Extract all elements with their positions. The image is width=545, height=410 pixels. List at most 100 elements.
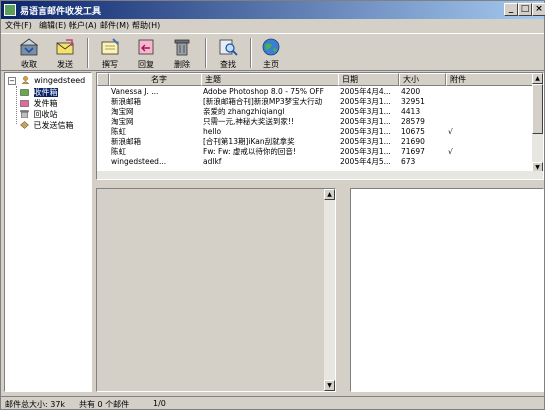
tree-item-recycle[interactable]: 回收站 [20, 109, 58, 120]
tree-account[interactable]: − wingedsteed [8, 75, 85, 86]
scroll-up-button[interactable]: ▲ [532, 73, 543, 84]
table-cell-date[interactable]: 2005年3月1... [340, 107, 398, 117]
table-cell-size[interactable]: 10675 [401, 127, 445, 137]
table-cell-date[interactable]: 2005年3月1... [340, 127, 398, 137]
compose-label: 撰写 [102, 60, 118, 69]
column-header-date[interactable]: 日期 [338, 73, 399, 86]
table-cell-attach[interactable] [448, 97, 488, 107]
table-cell-date[interactable]: 2005年3月1... [340, 137, 398, 147]
row-flag [99, 147, 109, 157]
list-vertical-scrollbar[interactable]: ▲ ▼ [532, 73, 543, 173]
close-button[interactable]: × [532, 3, 545, 16]
inbox-label: 收件箱 [33, 88, 58, 97]
column-header-attachment[interactable]: 附件 [446, 73, 533, 86]
table-cell-attach[interactable] [448, 117, 488, 127]
account-icon [21, 76, 29, 84]
table-cell-name[interactable]: 陈虹 [111, 127, 199, 137]
column-header-size[interactable]: 大小 [399, 73, 446, 86]
table-cell-size[interactable]: 673 [401, 157, 445, 167]
table-cell-subject[interactable]: adlkf [203, 157, 337, 167]
column-header-subject[interactable]: 主题 [201, 73, 339, 86]
column-header-name[interactable]: 名字 [109, 73, 206, 86]
table-cell-size[interactable]: 4200 [401, 87, 445, 97]
table-cell-size[interactable]: 21690 [401, 137, 445, 147]
status-bar: 邮件总大小: 37k 共有 0 个邮件 1/0 [1, 396, 544, 409]
delete-button[interactable]: 删除 [164, 35, 200, 70]
send-button[interactable]: 发送 [47, 35, 83, 70]
sent-label: 已发送信箱 [33, 121, 74, 130]
table-cell-date[interactable]: 2005年4月5... [340, 157, 398, 167]
table-cell-date[interactable]: 2005年3月1... [340, 117, 398, 127]
table-cell-size[interactable]: 28579 [401, 117, 445, 127]
table-cell-attach[interactable] [448, 107, 488, 117]
table-cell-size[interactable]: 71697 [401, 147, 445, 157]
menu-help[interactable]: 帮助(H) [132, 20, 160, 31]
table-cell-subject[interactable]: hello [203, 127, 337, 137]
receive-button[interactable]: 收取 [11, 35, 47, 70]
compose-button[interactable]: 撰写 [92, 35, 128, 70]
row-flag [99, 87, 109, 97]
table-cell-name[interactable]: Vanessa J. ... [111, 87, 199, 97]
tree-item-outbox[interactable]: 发件箱 [20, 98, 58, 109]
table-cell-name[interactable]: 淘宝网 [111, 117, 199, 127]
menu-edit[interactable]: 编辑(E) [39, 20, 66, 31]
message-list: 名字 主题 日期 大小 附件 Vanessa J. ... Adobe Photo… [96, 72, 544, 180]
table-cell-attach[interactable] [448, 87, 488, 97]
scroll-up-button[interactable]: ▲ [324, 189, 335, 200]
scroll-down-button[interactable]: ▼ [324, 380, 335, 391]
row-flag [99, 137, 109, 147]
send-label: 发送 [57, 60, 73, 69]
menu-account[interactable]: 帐户(A) [69, 20, 97, 31]
table-cell-subject[interactable]: Adobe Photoshop 8.0 - 75% OFF [203, 87, 337, 97]
menu-mail[interactable]: 邮件(M) [100, 20, 129, 31]
inbox-icon [20, 89, 29, 96]
table-cell-name[interactable]: wingedsteed... [111, 157, 199, 167]
table-cell-name[interactable]: 新浪邮箱 [111, 137, 199, 147]
tree-connector [16, 86, 17, 124]
table-cell-name[interactable]: 淘宝网 [111, 107, 199, 117]
table-cell-name[interactable]: 新浪邮箱 [111, 97, 199, 107]
table-cell-size[interactable]: 32951 [401, 97, 445, 107]
tree-item-sent[interactable]: 已发送信箱 [20, 120, 74, 131]
table-cell-date[interactable]: 2005年3月1... [340, 147, 398, 157]
table-cell-date[interactable]: 2005年3月1... [340, 97, 398, 107]
table-cell-subject[interactable]: 只需一元,神秘大奖送到家!! [203, 117, 337, 127]
table-cell-attach[interactable]: √ [448, 147, 488, 157]
scroll-thumb[interactable] [532, 84, 543, 134]
find-label: 查找 [220, 60, 236, 69]
table-cell-name[interactable]: 陈虹 [111, 147, 199, 157]
homepage-button[interactable]: 主页 [253, 35, 289, 70]
table-cell-subject[interactable]: [合刊第13期]iKan刮就拿奖 [203, 137, 337, 147]
preview-scrollbar[interactable]: ▲ ▼ [324, 189, 335, 391]
table-cell-attach[interactable]: √ [448, 127, 488, 137]
title-bar: 易语言邮件收发工具 _ □ × [1, 1, 545, 19]
row-flag [99, 97, 109, 107]
preview-pane-right[interactable] [350, 188, 544, 392]
collapse-icon[interactable]: − [8, 77, 16, 85]
window-title: 易语言邮件收发工具 [20, 7, 102, 17]
recycle-label: 回收站 [33, 110, 58, 119]
menu-file[interactable]: 文件(F) [5, 20, 32, 31]
table-cell-size[interactable]: 4413 [401, 107, 445, 117]
status-mail-count: 共有 0 个邮件 [79, 400, 130, 409]
outbox-label: 发件箱 [33, 99, 58, 108]
minimize-button[interactable]: _ [504, 3, 518, 16]
table-cell-date[interactable]: 2005年4月4... [340, 87, 398, 97]
homepage-icon [262, 38, 280, 56]
table-cell-attach[interactable] [448, 157, 488, 167]
table-cell-attach[interactable] [448, 137, 488, 147]
find-button[interactable]: 查找 [210, 35, 246, 70]
table-cell-subject[interactable]: Fw: Fw: 虚戒以待你的回音! [203, 147, 337, 157]
preview-pane-left[interactable]: ▲ ▼ [96, 188, 336, 392]
column-header-flag[interactable] [97, 73, 109, 86]
table-cell-subject[interactable]: 亲爱的 zhangzhiqiangl [203, 107, 337, 117]
table-cell-subject[interactable]: [新浪邮箱合刊]新浪MP3梦宝大行动 [203, 97, 337, 107]
recycle-bin-icon [20, 110, 29, 118]
tree-item-inbox[interactable]: 收件箱 [20, 87, 58, 98]
delete-label: 删除 [174, 60, 190, 69]
list-horizontal-scrollbar[interactable] [97, 171, 543, 179]
maximize-button[interactable]: □ [518, 3, 532, 16]
reply-button[interactable]: 回复 [128, 35, 164, 70]
sent-box-icon [20, 121, 29, 129]
send-mail-icon [56, 39, 74, 55]
